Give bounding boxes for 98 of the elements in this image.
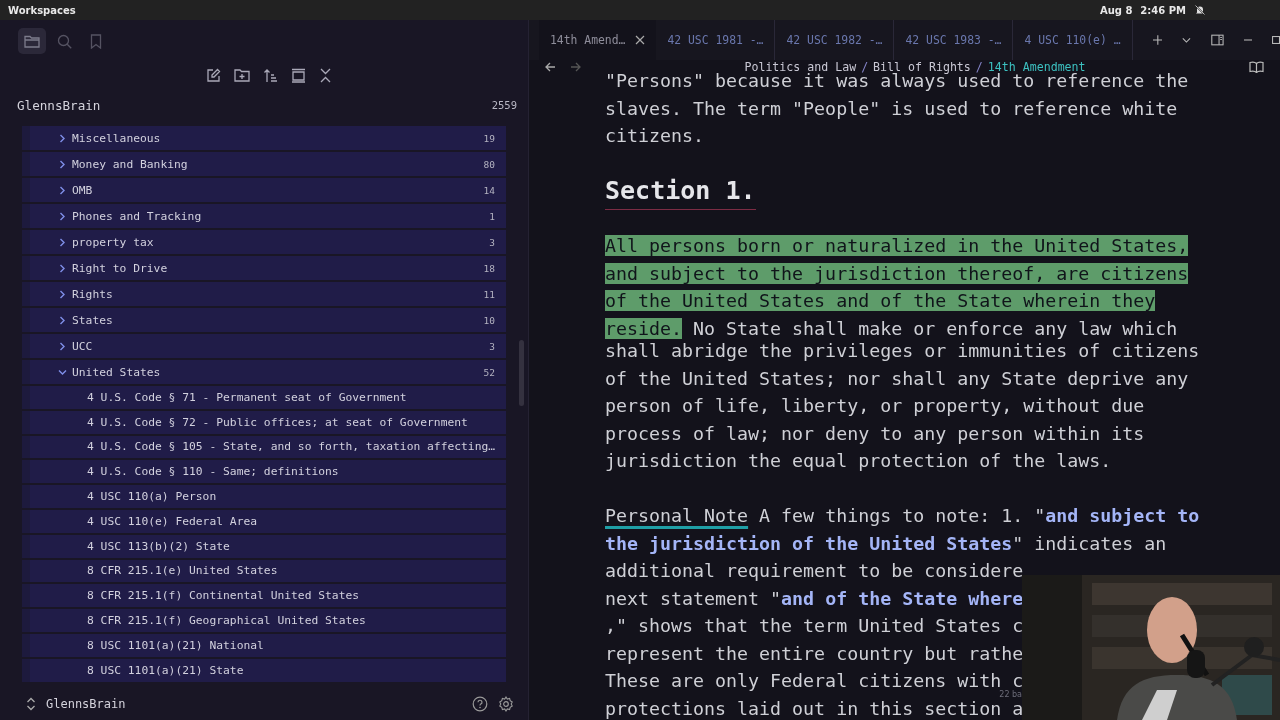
text-span: and subject to: [1045, 505, 1200, 526]
text-line: slaves. The term "People" is used to reference white: [605, 99, 1178, 118]
tab[interactable]: 42 USC 1981 -…: [656, 20, 776, 60]
folder-name: Right to Drive: [72, 261, 169, 275]
file-item[interactable]: 4 U.S. Code § 72 - Public offices; at seat of Government: [22, 410, 506, 434]
collapse-icon[interactable]: [319, 67, 332, 83]
text-line: process of law; nor deny to any person within its: [605, 424, 1145, 443]
tab[interactable]: 42 USC 1983 -…: [894, 20, 1014, 60]
note-count: 11: [483, 288, 495, 300]
folder-item[interactable]: Right to Drive 18: [22, 256, 506, 280]
note-count: 52: [483, 366, 495, 378]
note-count: 80: [483, 158, 495, 170]
text-line: next statement "and of the State where: [605, 589, 1024, 608]
folder-icon[interactable]: [18, 28, 46, 54]
folder-name: United States: [72, 365, 162, 379]
file-item[interactable]: 4 USC 110(e) Federal Area: [22, 510, 506, 533]
maximize-icon[interactable]: [1271, 35, 1280, 45]
file-item[interactable]: 8 CFR 215.1(f) Continental United States: [22, 584, 506, 608]
file-item[interactable]: 8 USC 1101(a)(21) State: [22, 658, 506, 682]
text-line: the jurisdiction of the United States" indicates an: [605, 534, 1167, 553]
chevron-down-icon[interactable]: [1182, 36, 1191, 44]
tab[interactable]: 14th Amend…: [539, 20, 657, 60]
folder-name: Phones and Tracking: [72, 209, 203, 223]
file-count: 2559: [491, 99, 517, 111]
folder-item[interactable]: Miscellaneous 19: [22, 126, 506, 150]
note-count: 14: [483, 184, 495, 196]
folder-item[interactable]: Rights 11: [22, 282, 506, 306]
settings-icon[interactable]: [498, 696, 514, 712]
text-line: citizens.: [605, 127, 705, 145]
date-text: Aug 8: [1099, 4, 1133, 16]
book-icon[interactable]: [1249, 61, 1264, 73]
file-item[interactable]: 4 USC 113(b)(2) State: [22, 534, 506, 558]
text-line: These are only Federal citizens with c: [605, 672, 1024, 690]
text-line: represent the entire country but rathe: [605, 644, 1024, 663]
vault-name: GlennsBrain: [17, 97, 101, 113]
scrollbar[interactable]: [519, 340, 524, 406]
folder-name: property tax: [72, 235, 155, 249]
text-line: shall abridge the privileges or immunities of citizens: [605, 342, 1200, 360]
folder-name: States: [72, 313, 114, 327]
word-count-text: 22 ba: [999, 690, 1022, 699]
folder-item[interactable]: UCC 3: [22, 334, 506, 358]
file-item[interactable]: 4 USC 110(a) Person: [22, 485, 506, 508]
breadcrumb-separator: /: [975, 60, 983, 74]
section-heading: Section 1.: [605, 176, 756, 210]
sort-icon[interactable]: [263, 67, 278, 83]
folder-name: OMB: [72, 183, 94, 197]
muted-bell-icon[interactable]: [1194, 4, 1206, 16]
text-span: A few things to note: 1. ": [758, 505, 1046, 526]
file-item[interactable]: 4 U.S. Code § 71 - Permanent seat of Government: [22, 386, 506, 409]
folder-name: UCC: [72, 339, 94, 353]
breadcrumb-item[interactable]: Bill of Rights: [873, 60, 971, 74]
close-icon[interactable]: [635, 35, 646, 45]
layout-icon[interactable]: [291, 67, 306, 83]
note-count: 10: [483, 314, 495, 326]
note-count: 3: [489, 340, 495, 352]
clock-text: 2:46 PM: [1140, 4, 1186, 16]
folder-name: Miscellaneous: [72, 131, 162, 145]
new-folder-icon[interactable]: [234, 68, 250, 82]
text-line: additional requirement to be considere: [605, 562, 1024, 580]
folder-item[interactable]: OMB 14: [22, 178, 506, 202]
breadcrumb-item[interactable]: 14th Amendment: [987, 60, 1086, 74]
file-item[interactable]: 4 U.S. Code § 105 - State, and so forth, taxation affecting…: [22, 435, 506, 459]
workspaces-label[interactable]: Workspaces: [8, 4, 76, 16]
tab[interactable]: 4 USC 110(e) …: [1013, 20, 1133, 60]
vault-switcher[interactable]: GlennsBrain: [46, 697, 126, 711]
folder-name: Rights: [72, 287, 114, 301]
plus-icon[interactable]: [1152, 34, 1163, 46]
folder-item[interactable]: property tax 3: [22, 230, 506, 254]
note-count: 19: [483, 132, 495, 144]
tab[interactable]: 42 USC 1982 -…: [775, 20, 895, 60]
folder-name: Money and Banking: [72, 157, 189, 171]
folder-item[interactable]: Money and Banking 80: [22, 152, 506, 176]
text-line: protections laid out in this section a: [605, 699, 1024, 718]
note-count: 3: [489, 236, 495, 248]
note-count: 18: [483, 262, 495, 274]
text-line: jurisdiction the equal protection of the laws.: [605, 452, 1112, 470]
text-line: ," shows that the term United States c: [605, 617, 1024, 635]
help-icon[interactable]: [472, 696, 488, 712]
file-item[interactable]: 8 CFR 215.1(f) Geographical United States: [22, 609, 506, 632]
note-count: 1: [489, 210, 495, 222]
file-item[interactable]: 8 USC 1101(a)(21) National: [22, 633, 506, 657]
forward-arrow-icon[interactable]: [570, 62, 581, 72]
file-item[interactable]: 4 U.S. Code § 110 - Same; definitions: [22, 460, 506, 484]
note-link[interactable]: Personal Note: [605, 505, 749, 526]
file-item[interactable]: 8 CFR 215.1(e) United States: [22, 559, 506, 583]
text-line: of the United States; nor shall any State deprive any: [605, 369, 1189, 388]
folder-item[interactable]: States 10: [22, 308, 506, 332]
new-note-icon[interactable]: [206, 67, 221, 83]
breadcrumb-item[interactable]: Politics and Law: [744, 60, 857, 74]
minimize-icon[interactable]: [1243, 39, 1252, 41]
folder-item[interactable]: Phones and Tracking 1: [22, 204, 506, 228]
breadcrumb-separator: /: [861, 60, 869, 74]
back-arrow-icon[interactable]: [545, 62, 556, 72]
text-line: person of life, liberty, or property, without due: [605, 397, 1145, 415]
text-line: reside. No State shall make or enforce any law which: [605, 316, 1178, 341]
folder-item[interactable]: United States 52: [22, 360, 506, 384]
sidebar-toggle-icon[interactable]: [1211, 33, 1224, 47]
switch-icon[interactable]: [26, 697, 36, 711]
